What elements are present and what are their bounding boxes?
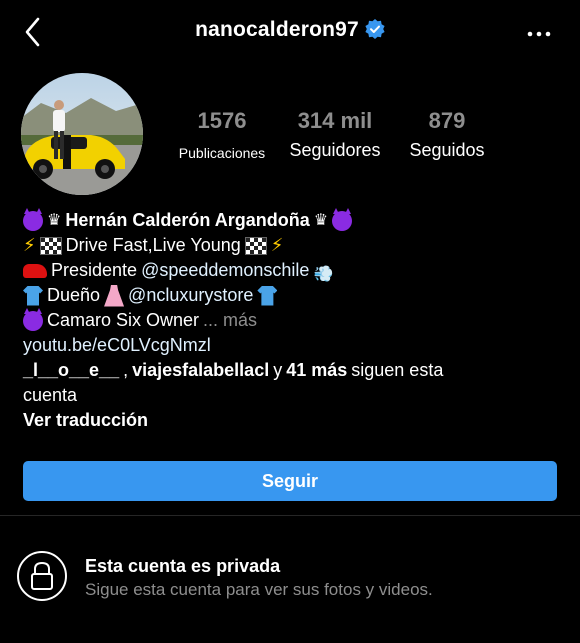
stat-followers[interactable]: 314 mil Seguidores — [282, 108, 388, 162]
see-translation-link[interactable]: Ver traducción — [23, 408, 148, 433]
followed-by-separator: , — [123, 360, 129, 380]
avatar-photo — [21, 73, 143, 195]
avatar[interactable] — [21, 73, 143, 195]
display-name: Hernán Calderón Argandoña — [65, 210, 310, 230]
bio-url-line: youtu.be/eC0LVcgNmzl — [23, 333, 563, 358]
lock-icon — [17, 551, 67, 601]
mention-link-speeddemonschile[interactable]: @speeddemonschile — [141, 258, 309, 283]
mention-link-ncluxurystore[interactable]: @ncluxurystore — [128, 283, 253, 308]
devil-emoji-icon — [23, 207, 43, 231]
bio-name-line: ♛ Hernán Calderón Argandoña ♛ — [23, 207, 563, 233]
private-account-subtitle: Sigue esta cuenta para ver sus fotos y v… — [85, 580, 433, 599]
followed-by-more[interactable]: 41 más — [286, 358, 347, 383]
stat-followers-count: 314 mil — [297, 108, 373, 133]
translate-line: Ver traducción — [23, 408, 563, 433]
stat-posts[interactable]: 1576 Publicaciones — [170, 108, 274, 165]
stat-posts-label: Publicaciones — [178, 145, 266, 161]
bio-more-link[interactable]: ... más — [203, 308, 257, 333]
stat-following-label: Seguidos — [409, 140, 485, 160]
more-options-button[interactable] — [524, 18, 554, 48]
followed-by-suffix: siguen esta — [351, 360, 444, 380]
devil-emoji-icon — [332, 207, 353, 231]
follow-button[interactable]: Seguir — [23, 461, 557, 501]
stat-posts-count: 1576 — [197, 108, 247, 133]
stat-followers-label: Seguidores — [289, 140, 381, 160]
bio-president-text: Presidente — [51, 260, 138, 280]
dress-icon — [104, 284, 125, 307]
followed-by-line: _l__o__e__, viajesfalabellacl y 41 más s… — [23, 358, 563, 383]
more-horizontal-icon — [527, 31, 551, 37]
tshirt-icon — [257, 285, 278, 306]
profile-bio: ♛ Hernán Calderón Argandoña ♛ ⚡ Drive Fa… — [23, 207, 563, 433]
bio-line-2: ⚡ Drive Fast,Live Young ⚡ — [23, 233, 563, 258]
private-account-title: Esta cuenta es privada — [85, 556, 281, 576]
followed-by-user-1[interactable]: _l__o__e__ — [23, 358, 119, 383]
followed-by-suffix-2: cuenta — [23, 385, 78, 405]
lightning-icon: ⚡ — [23, 235, 36, 255]
profile-username-header: nanocalderon97 — [0, 18, 580, 45]
crown-icon: ♛ — [313, 212, 329, 229]
bio-line-3: Presidente @speeddemonschile 💨 — [23, 258, 563, 283]
stat-following[interactable]: 879 Seguidos — [400, 108, 494, 162]
bio-owner-text: Dueño — [47, 285, 101, 305]
private-account-notice: Esta cuenta es privada Sigue esta cuenta… — [0, 516, 580, 643]
verified-badge-icon — [365, 19, 385, 45]
lightning-icon: ⚡ — [270, 235, 284, 255]
page-title: nanocalderon97 — [195, 18, 359, 41]
profile-website-link[interactable]: youtu.be/eC0LVcgNmzl — [23, 333, 211, 358]
bio-line-5: Camaro Six Owner ... más — [23, 307, 563, 333]
checkered-flag-icon — [244, 236, 267, 255]
race-car-icon — [23, 263, 47, 278]
checkered-flag-icon — [39, 236, 62, 255]
dash-symbol-icon: 💨 — [313, 265, 334, 283]
crown-icon: ♛ — [47, 212, 62, 229]
bio-camaro-text: Camaro Six Owner — [47, 310, 200, 330]
bio-tagline: Drive Fast,Live Young — [65, 235, 241, 255]
bio-line-4: Dueño @ncluxurystore — [23, 283, 563, 308]
followed-by-and: y — [273, 360, 283, 380]
followed-by-line-2: cuenta — [23, 383, 563, 408]
followed-by-user-2[interactable]: viajesfalabellacl — [132, 358, 269, 383]
stat-following-count: 879 — [428, 108, 466, 133]
devil-emoji-icon — [23, 307, 43, 331]
tshirt-icon — [23, 285, 43, 306]
top-bar: nanocalderon97 — [0, 0, 580, 68]
